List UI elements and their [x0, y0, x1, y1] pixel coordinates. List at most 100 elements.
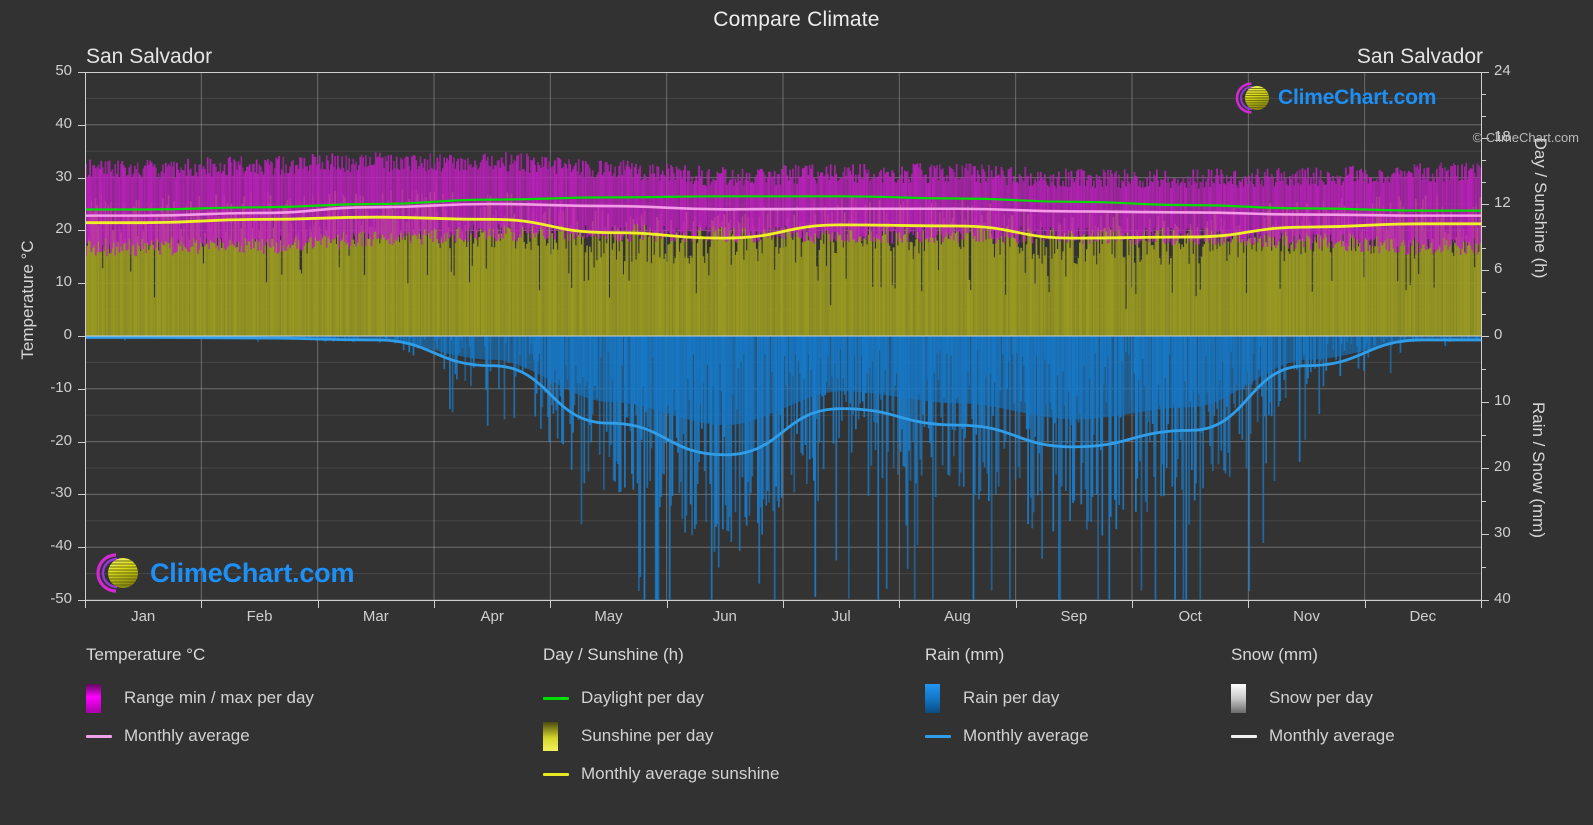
y-tick-left [78, 388, 85, 390]
y-tick-right-rain [1482, 534, 1489, 535]
y-tick-label-left: -40 [50, 537, 72, 555]
x-tick-label: May [594, 608, 623, 625]
y-tick-right-minor [1482, 369, 1486, 370]
y-tick-label-right-rain: 30 [1494, 524, 1511, 541]
chart-legend: Temperature °C Range min / max per day Mon… [0, 645, 1593, 825]
x-tick [550, 601, 552, 608]
x-tick-label: Nov [1293, 608, 1320, 625]
y-tick-left [78, 600, 85, 601]
legend-swatch-line-icon [543, 696, 569, 700]
x-tick-label: Feb [246, 608, 273, 625]
climate-plot-area[interactable] [85, 72, 1481, 600]
x-tick-label: Oct [1178, 608, 1202, 625]
x-tick [1481, 601, 1482, 608]
legend-item[interactable]: Monthly average [925, 717, 1089, 755]
y-tick-right-day [1482, 270, 1489, 271]
x-tick-label: Aug [944, 608, 971, 625]
y-tick-right-minor [1482, 182, 1486, 183]
legend-item[interactable]: Snow per day [1231, 679, 1395, 717]
y-tick-label-right-day: 6 [1494, 260, 1503, 277]
y-tick-left [78, 441, 85, 443]
legend-swatch-box-icon [925, 683, 940, 713]
legend-swatch-line-icon [543, 772, 569, 776]
x-tick [899, 601, 901, 608]
y-tick-left [78, 177, 85, 179]
legend-swatch-line-icon [86, 734, 112, 738]
legend-item-label: Range min / max per day [124, 688, 314, 707]
climechart-logo-text: ClimeChart.com [150, 557, 355, 588]
y-tick-right-minor [1482, 248, 1486, 249]
x-tick-label: Sep [1060, 608, 1088, 625]
legend-item[interactable]: Monthly average [86, 717, 314, 755]
legend-column-day-sunshine-h: Day / Sunshine (h) Daylight per day Sunshi… [543, 645, 779, 793]
y-axis-left [85, 72, 86, 601]
y-tick-right-rain [1482, 402, 1489, 403]
x-tick [317, 601, 319, 608]
location-label-right: San Salvador [1356, 45, 1483, 68]
legend-column-temperature-c: Temperature °C Range min / max per day Mon… [86, 645, 314, 755]
plot-top-border [85, 72, 1482, 73]
legend-item[interactable]: Daylight per day [543, 679, 779, 717]
climechart-logo-small[interactable]: ClimeChart.com [1232, 78, 1436, 118]
y-axis-right-title-rain: Rain / Snow (mm) [1529, 401, 1548, 539]
y-tick-left [78, 547, 85, 549]
legend-item[interactable]: Sunshine per day [543, 717, 779, 755]
legend-item-label: Rain per day [963, 688, 1060, 707]
y-tick-label-right-rain: 10 [1494, 392, 1511, 409]
y-tick-label-right-rain: 40 [1494, 590, 1511, 607]
legend-heading: Snow (mm) [1231, 645, 1318, 664]
legend-column-rain-mm: Rain (mm) Rain per day Monthly average [925, 645, 1089, 755]
x-tick [85, 601, 86, 608]
legend-item[interactable]: Rain per day [925, 679, 1089, 717]
x-tick [434, 601, 435, 608]
y-tick-left [78, 336, 85, 337]
legend-item-label: Snow per day [1269, 688, 1373, 707]
y-tick-label-left: 30 [55, 167, 72, 185]
legend-item[interactable]: Monthly average [1231, 717, 1395, 755]
legend-item-label: Monthly average [124, 726, 250, 745]
plot-svg [85, 72, 1481, 600]
y-tick-label-left: 0 [63, 326, 72, 343]
y-tick-label-left: 20 [55, 220, 72, 238]
legend-item-label: Sunshine per day [581, 726, 714, 745]
x-tick [1248, 601, 1250, 608]
legend-swatch-line-icon [925, 734, 951, 738]
y-tick-label-right-day: 0 [1494, 326, 1503, 343]
x-tick [1015, 601, 1017, 608]
y-tick-right-rain [1482, 468, 1489, 469]
climechart-logo[interactable]: ClimeChart.com [92, 548, 354, 598]
x-tick [666, 601, 668, 608]
legend-heading: Rain (mm) [925, 645, 1005, 664]
x-tick [201, 601, 203, 608]
y-tick-left [78, 283, 85, 285]
legend-heading: Temperature °C [86, 645, 206, 664]
legend-item[interactable]: Range min / max per day [86, 679, 314, 717]
y-tick-left [78, 494, 85, 496]
y-tick-right-minor [1482, 116, 1486, 117]
legend-item-label: Monthly average [963, 726, 1089, 745]
y-tick-label-right-rain: 20 [1494, 458, 1511, 475]
y-tick-label-left: -10 [50, 378, 72, 396]
legend-item-label: Monthly average [1269, 726, 1395, 745]
y-tick-label-left: 50 [55, 62, 72, 79]
y-tick-right-day [1482, 204, 1489, 205]
legend-item[interactable]: Monthly average sunshine [543, 755, 779, 793]
x-tick [1132, 601, 1133, 608]
y-tick-right-minor [1482, 314, 1486, 315]
y-tick-right-rain [1482, 600, 1489, 601]
copyright-label: © ClimeChart.com [1472, 130, 1579, 145]
y-tick-right-minor [1482, 435, 1486, 436]
legend-item-label: Daylight per day [581, 688, 704, 707]
page-title: Compare Climate [713, 8, 880, 31]
y-tick-label-right-day: 24 [1494, 62, 1511, 79]
legend-swatch-box-icon [86, 683, 101, 713]
y-tick-right-minor [1482, 292, 1486, 293]
x-tick [783, 601, 784, 608]
y-tick-right-minor [1482, 160, 1486, 161]
legend-column-snow-mm: Snow (mm) Snow per day Monthly average [1231, 645, 1395, 755]
x-tick [1364, 601, 1366, 608]
y-tick-label-left: -30 [50, 484, 72, 502]
x-tick-label: Dec [1409, 608, 1437, 625]
y-tick-right-day [1482, 72, 1489, 73]
legend-heading: Day / Sunshine (h) [543, 645, 684, 664]
